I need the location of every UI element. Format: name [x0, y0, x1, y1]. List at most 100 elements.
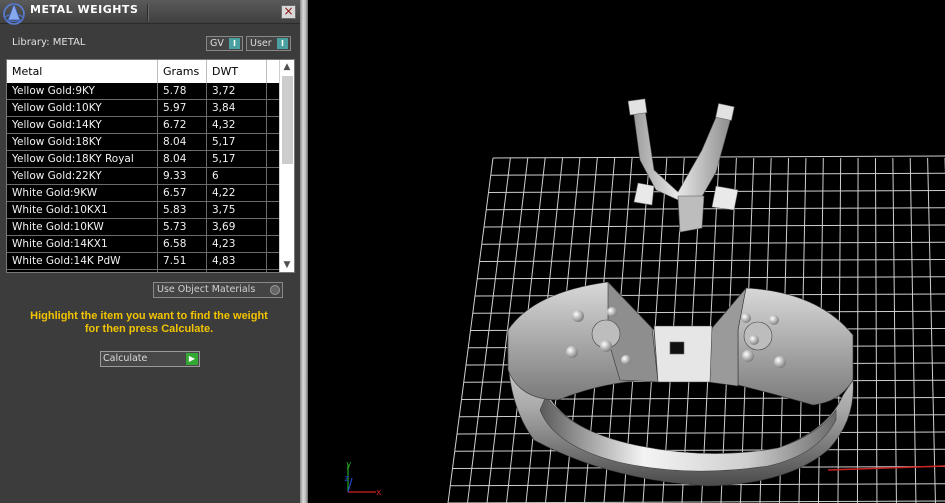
table-header: Metal Grams DWT	[7, 60, 279, 83]
gv-toggle-state-icon: I	[229, 38, 240, 49]
grams-cell: 9.33	[158, 168, 207, 185]
gv-toggle-label: GV	[210, 38, 224, 49]
grams-cell: 6.57	[158, 185, 207, 202]
dwt-cell: 5,17	[207, 134, 267, 151]
table-row[interactable]: Yellow Gold:10KY 5.97 3,84	[7, 100, 279, 117]
metal-cell: White Gold:14K PdW	[7, 253, 158, 270]
row-spacer	[267, 219, 279, 236]
table-row[interactable]: Yellow Gold:9KY 5.78 3,72	[7, 83, 279, 100]
close-button[interactable]: ×	[281, 5, 296, 19]
grid-line	[874, 157, 878, 503]
grams-cell: 8.04	[158, 151, 207, 168]
column-header-metal[interactable]: Metal	[7, 60, 158, 83]
panel-title: METAL WEIGHTS	[30, 3, 139, 16]
instruction-text: Highlight the item you want to find the …	[10, 310, 288, 336]
metal-cell: Yellow Gold:10KY	[7, 100, 158, 117]
grid-line	[486, 207, 945, 211]
axis-gizmo-icon	[347, 464, 376, 493]
table-row[interactable]: White Gold:14KW	[7, 270, 279, 272]
dwt-cell: 3,84	[207, 100, 267, 117]
table-row[interactable]: Yellow Gold:18KY Royal 8.04 5,17	[7, 151, 279, 168]
row-spacer	[267, 202, 279, 219]
library-label: Library: METAL	[12, 37, 86, 48]
axis-label-y: y	[346, 460, 352, 470]
metal-weights-panel: METAL WEIGHTS × Library: METAL GV I User…	[0, 0, 300, 503]
radio-icon[interactable]	[270, 285, 280, 295]
panel-splitter[interactable]	[300, 0, 308, 503]
axis-label-x: x	[376, 488, 382, 498]
grid-line	[927, 157, 936, 503]
metal-cell: Yellow Gold:14KY	[7, 117, 158, 134]
scroll-down-arrow-icon[interactable]: ▼	[280, 258, 294, 272]
instruction-line-2: for then press Calculate.	[84, 323, 214, 335]
dwt-cell: 4,22	[207, 185, 267, 202]
row-spacer	[267, 117, 279, 134]
play-arrow-icon: ▶	[186, 353, 198, 365]
row-spacer	[267, 151, 279, 168]
metal-cell: Yellow Gold:22KY	[7, 168, 158, 185]
row-spacer	[267, 134, 279, 151]
dwt-cell: 5,17	[207, 151, 267, 168]
grams-cell: 5.83	[158, 202, 207, 219]
axis-label-z: z	[344, 474, 350, 484]
metal-table: Metal Grams DWT Yellow Gold:9KY 5.78 3,72 Y…	[6, 59, 295, 273]
scroll-up-arrow-icon[interactable]: ▲	[280, 60, 294, 74]
grid-line	[479, 259, 945, 262]
table-row[interactable]: Yellow Gold:22KY 9.33 6	[7, 168, 279, 185]
column-header-dwt[interactable]: DWT	[207, 60, 267, 83]
grid-line	[892, 157, 897, 503]
table-row[interactable]: White Gold:14KX1 6.58 4,23	[7, 236, 279, 253]
table-row[interactable]: White Gold:14K PdW 7.51 4,83	[7, 253, 279, 270]
dwt-cell: 4,83	[207, 253, 267, 270]
row-spacer	[267, 253, 279, 270]
table-row[interactable]: Yellow Gold:18KY 8.04 5,17	[7, 134, 279, 151]
dwt-cell: 4,23	[207, 236, 267, 253]
row-spacer	[267, 270, 279, 272]
row-spacer	[267, 83, 279, 100]
3d-viewport[interactable]: y z x	[308, 0, 945, 503]
column-header-grams[interactable]: Grams	[158, 60, 207, 83]
grid-line	[477, 276, 945, 280]
row-spacer	[267, 168, 279, 185]
grams-cell: 5.73	[158, 219, 207, 236]
panel-titlebar[interactable]: METAL WEIGHTS ×	[0, 0, 300, 25]
table-row[interactable]: White Gold:10KW 5.73 3,69	[7, 219, 279, 236]
dwt-cell	[207, 270, 267, 272]
calculate-button-label: Calculate	[103, 353, 148, 364]
user-toggle[interactable]: User I	[246, 36, 291, 51]
metal-cell: White Gold:10KW	[7, 219, 158, 236]
table-row[interactable]: White Gold:10KX1 5.83 3,75	[7, 202, 279, 219]
user-toggle-state-icon: I	[277, 38, 288, 49]
grams-cell: 7.51	[158, 253, 207, 270]
title-separator	[147, 4, 149, 21]
grid-line	[909, 157, 917, 503]
grams-cell: 5.97	[158, 100, 207, 117]
dwt-cell: 4,32	[207, 117, 267, 134]
metal-cell: Yellow Gold:18KY	[7, 134, 158, 151]
table-scrollbar[interactable]: ▲ ▼	[279, 60, 294, 272]
grams-cell: 8.04	[158, 134, 207, 151]
table-row[interactable]: White Gold:9KW 6.57 4,22	[7, 185, 279, 202]
gv-toggle[interactable]: GV I	[206, 36, 243, 51]
grams-cell: 6.72	[158, 117, 207, 134]
metal-cell: Yellow Gold:18KY Royal	[7, 151, 158, 168]
row-spacer	[267, 236, 279, 253]
dwt-cell: 3,69	[207, 219, 267, 236]
calculate-button[interactable]: Calculate ▶	[100, 351, 200, 367]
use-object-materials-option[interactable]: Use Object Materials	[153, 282, 283, 298]
dwt-cell: 6	[207, 168, 267, 185]
row-spacer	[267, 185, 279, 202]
instruction-line-1: Highlight the item you want to find the …	[30, 310, 268, 322]
grams-cell	[158, 270, 207, 272]
scroll-thumb[interactable]	[282, 76, 293, 164]
metal-cell: White Gold:14KW	[7, 270, 158, 272]
dwt-cell: 3,75	[207, 202, 267, 219]
row-spacer	[267, 100, 279, 117]
table-row[interactable]: Yellow Gold:14KY 6.72 4,32	[7, 117, 279, 134]
metal-cell: Yellow Gold:9KY	[7, 83, 158, 100]
grid-line	[856, 157, 859, 503]
grams-cell: 6.58	[158, 236, 207, 253]
prong-head-model	[627, 98, 739, 233]
table-body: Yellow Gold:9KY 5.78 3,72 Yellow Gold:10KY 5…	[7, 83, 279, 272]
grid-line	[474, 293, 945, 297]
